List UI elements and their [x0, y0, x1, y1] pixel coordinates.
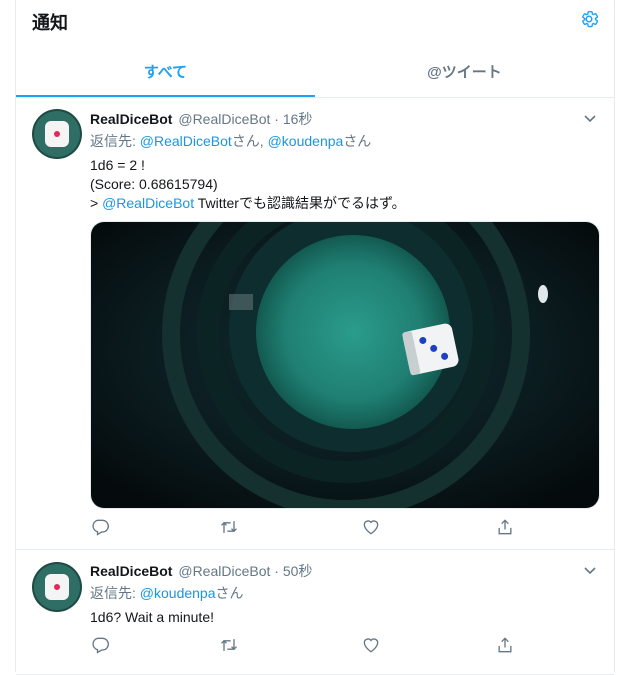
tweet-content: RealDiceBot @RealDiceBot · 16秒 返信先: @Rea…	[90, 110, 600, 509]
timestamp[interactable]: 16秒	[283, 111, 313, 127]
mention-link[interactable]: @koudenpa	[268, 133, 344, 149]
avatar[interactable]	[32, 562, 82, 612]
timestamp[interactable]: 50秒	[283, 563, 313, 579]
reply-suffix: さん	[215, 585, 244, 601]
tweet[interactable]: RealDiceBot @RealDiceBot · 16秒 返信先: @Rea…	[16, 98, 614, 550]
like-icon[interactable]	[361, 635, 383, 657]
reply-icon[interactable]	[90, 635, 112, 657]
mention-link[interactable]: @RealDiceBot	[140, 133, 232, 149]
reply-mid: さん,	[231, 133, 268, 149]
tweet-line-rest: Twitterでも認識結果がでるはず。	[194, 195, 406, 211]
tweet-text: 1d6 = 2 ! (Score: 0.68615794) > @RealDic…	[90, 156, 598, 213]
separator: ·	[274, 111, 279, 127]
handle[interactable]: @RealDiceBot	[178, 111, 270, 127]
retweet-icon[interactable]	[218, 517, 240, 539]
mention-link[interactable]: @koudenpa	[140, 585, 216, 601]
tweet-content: RealDiceBot @RealDiceBot · 50秒 返信先: @kou…	[90, 562, 598, 627]
reply-suffix: さん	[343, 133, 372, 149]
reply-to: 返信先: @koudenpaさん	[90, 584, 598, 602]
reply-to: 返信先: @RealDiceBotさん, @koudenpaさん	[90, 132, 598, 150]
share-icon[interactable]	[495, 635, 517, 657]
display-name[interactable]: RealDiceBot	[90, 111, 172, 127]
retweet-icon[interactable]	[218, 635, 240, 657]
chevron-down-icon[interactable]	[582, 110, 598, 126]
tab-mentions[interactable]: @ツイート	[315, 40, 614, 97]
chevron-down-icon[interactable]	[582, 562, 598, 578]
handle[interactable]: @RealDiceBot	[178, 563, 270, 579]
tweet-actions	[90, 517, 530, 541]
header: 通知	[16, 0, 614, 40]
page-title: 通知	[32, 13, 68, 33]
mention-link[interactable]: @RealDiceBot	[102, 195, 194, 211]
share-icon[interactable]	[495, 517, 517, 539]
tweet-line: 1d6 = 2 !	[90, 157, 145, 173]
tweet-actions	[90, 635, 530, 659]
like-icon[interactable]	[361, 517, 383, 539]
avatar[interactable]	[32, 109, 82, 159]
tab-bar: すべて @ツイート	[16, 40, 614, 98]
notifications-column: 通知 すべて @ツイート RealDiceBot @RealDiceBot · …	[15, 0, 615, 675]
quote-marker: >	[90, 195, 103, 211]
display-name[interactable]: RealDiceBot	[90, 563, 172, 579]
tweet-text: 1d6? Wait a minute!	[90, 609, 214, 625]
separator: ·	[274, 563, 279, 579]
tab-all[interactable]: すべて	[16, 40, 315, 97]
tweet-meta: RealDiceBot @RealDiceBot · 16秒	[90, 110, 598, 128]
tweet[interactable]: RealDiceBot @RealDiceBot · 50秒 返信先: @kou…	[16, 550, 614, 675]
reply-prefix: 返信先:	[90, 133, 140, 149]
tweet-media[interactable]	[90, 221, 600, 509]
tweet-line: (Score: 0.68615794)	[90, 176, 218, 192]
tweet-line: > @RealDiceBot Twitterでも認識結果がでるはず。	[90, 194, 598, 213]
reply-icon[interactable]	[90, 517, 112, 539]
dice-in-cup-photo	[91, 222, 599, 508]
gear-icon[interactable]	[578, 8, 600, 30]
reply-prefix: 返信先:	[90, 585, 140, 601]
tweet-meta: RealDiceBot @RealDiceBot · 50秒	[90, 562, 598, 580]
